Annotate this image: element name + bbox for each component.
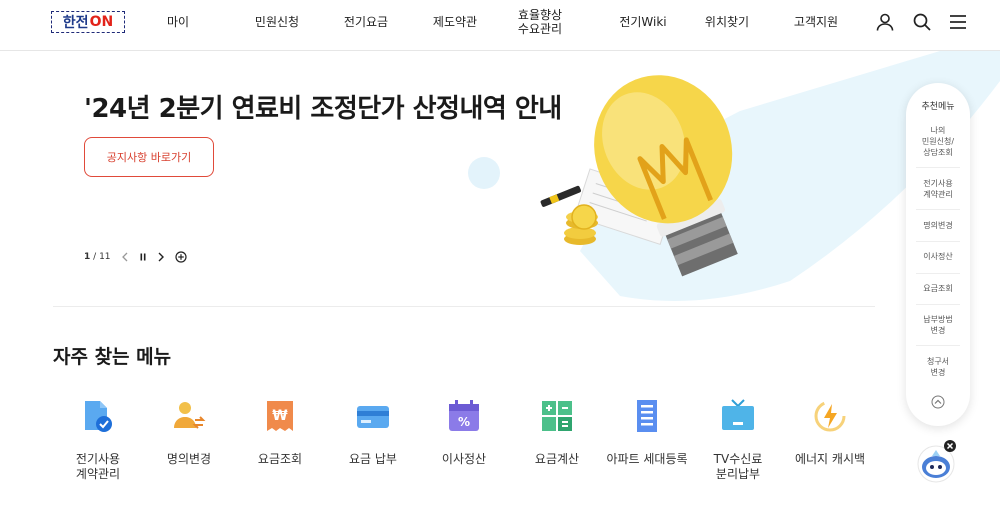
frequent-item-energy-cashback[interactable]: 에너지 캐시백: [785, 398, 875, 467]
frequent-item-label: 요금조회: [257, 452, 303, 466]
search-icon[interactable]: [912, 12, 932, 32]
notice-shortcut-button[interactable]: 공지사항 바로가기: [84, 137, 214, 177]
logo-on-text: ON: [89, 14, 114, 30]
frequent-item-apartment[interactable]: 아파트 세대등록: [602, 398, 692, 467]
frequent-item-bill-inquiry[interactable]: ₩ 요금조회: [235, 398, 325, 467]
frequent-item-label: 아파트 세대등록: [606, 452, 688, 466]
pager-total: 11: [99, 252, 111, 262]
prev-slide-icon[interactable]: [121, 252, 129, 262]
chatbot-icon[interactable]: [914, 440, 960, 486]
side-divider: [916, 167, 960, 168]
kepco-on-logo[interactable]: 한전 ON: [51, 11, 125, 33]
nav-item-wiki[interactable]: 전기Wiki: [612, 0, 674, 44]
frequent-item-tv-fee[interactable]: TV수신료 분리납부: [693, 398, 783, 482]
frequent-item-label: 명의변경: [166, 452, 212, 466]
frequent-menu-title: 자주 찾는 메뉴: [53, 346, 172, 368]
user-change-icon: [174, 402, 206, 429]
nav-item-terms[interactable]: 제도약관: [424, 0, 486, 44]
frequent-item-contract[interactable]: 전기사용 계약관리: [53, 398, 143, 482]
side-item-bill-inquiry[interactable]: 요금조회: [916, 283, 960, 294]
side-divider: [916, 241, 960, 242]
calculator-icon: [542, 401, 572, 431]
side-divider: [916, 209, 960, 210]
pager-current: 1: [84, 252, 91, 262]
slide-pager: 1 / 11: [84, 251, 187, 263]
side-item-name-change[interactable]: 명의변경: [916, 220, 960, 231]
nav-item-civil-request[interactable]: 민원신청: [246, 0, 308, 44]
frequent-item-label: 이사정산: [441, 452, 487, 466]
frequent-item-label: 에너지 캐시백: [794, 452, 866, 466]
side-item-invoice-change[interactable]: 청구서 변경: [916, 356, 960, 378]
nav-item-support[interactable]: 고객지원: [785, 0, 847, 44]
side-item-moving-settlement[interactable]: 이사정산: [916, 251, 960, 262]
user-icon[interactable]: [875, 12, 895, 32]
frequent-item-label: TV수신료 분리납부: [713, 452, 763, 481]
side-divider: [916, 345, 960, 346]
frequent-item-payment[interactable]: 요금 납부: [328, 398, 418, 467]
side-menu-title: 추천메뉴: [921, 102, 955, 112]
hero-banner: '24년 2분기 연료비 조정단가 산정내역 안내 공지사항 바로가기 1 / …: [0, 51, 1000, 306]
calendar-percent-icon: %: [449, 400, 479, 431]
won-receipt-icon: ₩: [267, 401, 293, 431]
energy-icon: [814, 400, 846, 432]
frequent-item-moving-settlement[interactable]: % 이사정산: [419, 398, 509, 467]
section-divider: [53, 306, 875, 307]
nav-item-my[interactable]: 마이: [148, 0, 208, 44]
frequent-item-name-change[interactable]: 명의변경: [144, 398, 234, 467]
apartment-icon: [637, 400, 657, 432]
side-item-contract[interactable]: 전기사용 계약관리: [916, 178, 960, 200]
nav-item-location[interactable]: 위치찾기: [696, 0, 758, 44]
nav-item-efficiency[interactable]: 효율향상 수요관리: [508, 0, 572, 44]
pager-counter: 1 / 11: [84, 252, 111, 262]
site-header: 한전 ON 마이 민원신청 전기요금 제도약관 효율향상 수요관리 전기Wiki …: [0, 0, 1000, 51]
frequent-item-label: 전기사용 계약관리: [75, 452, 121, 481]
document-check-icon: [85, 401, 112, 432]
card-icon: [357, 406, 389, 428]
frequent-item-label: 요금계산: [534, 452, 580, 466]
side-item-payment-method[interactable]: 납부방법 변경: [916, 314, 960, 336]
menu-icon[interactable]: [948, 12, 968, 32]
svg-text:₩: ₩: [272, 408, 288, 424]
pause-icon[interactable]: [139, 252, 147, 262]
pager-separator: /: [93, 252, 97, 262]
recommended-side-menu: 추천메뉴 나의 민원신청/ 상담조회 전기사용 계약관리 명의변경 이사정산 요…: [906, 83, 970, 426]
side-divider: [916, 273, 960, 274]
hero-title: '24년 2분기 연료비 조정단가 산정내역 안내: [84, 94, 562, 124]
side-item-my-request[interactable]: 나의 민원신청/ 상담조회: [916, 125, 960, 158]
frequent-item-label: 요금 납부: [349, 452, 397, 466]
logo-text: 한전: [62, 15, 89, 31]
svg-text:%: %: [458, 415, 470, 429]
nav-item-electric-bill[interactable]: 전기요금: [335, 0, 397, 44]
next-slide-icon[interactable]: [157, 252, 165, 262]
side-divider: [916, 304, 960, 305]
tv-icon: [722, 399, 754, 430]
frequent-item-bill-calc[interactable]: 요금계산: [512, 398, 602, 467]
scroll-top-icon[interactable]: [931, 395, 945, 409]
plus-circle-icon[interactable]: [174, 251, 187, 263]
